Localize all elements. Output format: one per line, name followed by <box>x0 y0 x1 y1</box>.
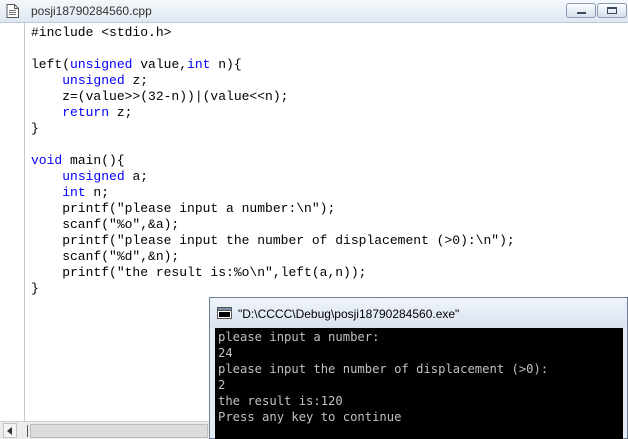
code-keyword: return <box>62 105 110 120</box>
editor-gutter <box>0 23 25 421</box>
code-line: int n; <box>31 185 109 201</box>
code-keyword: unsigned <box>62 73 125 88</box>
code-text: left( <box>31 57 71 72</box>
code-line: printf("please input a number:\n"); <box>31 201 335 217</box>
code-text: n; <box>85 185 110 200</box>
code-keyword: void <box>31 153 63 168</box>
code-line: #include <stdio.h> <box>31 25 171 41</box>
code-line: left(unsigned value,int n){ <box>31 57 242 73</box>
console-app-icon <box>217 307 232 319</box>
code-text: } <box>31 121 39 136</box>
scrollbar-divider <box>27 425 28 437</box>
code-keyword: unsigned <box>70 57 133 72</box>
code-text: z=(value>>(32-n))|(value<<n); <box>31 89 289 104</box>
scrollbar-thumb[interactable] <box>30 424 208 438</box>
code-text: z; <box>109 105 133 120</box>
code-line: printf("the result is:%o\n",left(a,n)); <box>31 265 366 281</box>
console-title: "D:\CCCC\Debug\posji18790284560.exe" <box>238 307 460 321</box>
console-line: please input the number of displacement … <box>218 362 549 376</box>
horizontal-scrollbar[interactable] <box>0 421 210 439</box>
code-text: main(){ <box>62 153 125 168</box>
code-line: unsigned z; <box>31 73 148 89</box>
code-text: #include <stdio.h> <box>31 25 172 40</box>
code-keyword: int <box>62 185 86 200</box>
arrow-left-icon <box>7 427 12 435</box>
code-text: } <box>31 281 39 296</box>
code-line: scanf("%o",&a); <box>31 217 179 233</box>
code-line: void main(){ <box>31 153 125 169</box>
maximize-button[interactable] <box>597 3 627 18</box>
code-text: printf("the result is:%o\n",left(a,n)); <box>31 265 367 280</box>
document-icon <box>6 4 19 18</box>
scroll-left-button[interactable] <box>3 423 17 438</box>
code-text: scanf("%o",&a); <box>31 217 180 232</box>
editor-title: posji18790284560.cpp <box>31 4 152 18</box>
code-line: } <box>31 121 39 137</box>
console-line: 2 <box>218 378 226 392</box>
code-line: z=(value>>(32-n))|(value<<n); <box>31 89 288 105</box>
minimize-button[interactable] <box>566 3 596 18</box>
console-line: Press any key to continue <box>218 410 402 424</box>
code-line: printf("please input the number of displ… <box>31 233 515 249</box>
console-output[interactable]: please input a number: 24 please input the… <box>215 328 623 439</box>
code-text: value, <box>132 57 188 72</box>
console-line: the result is:120 <box>218 394 343 408</box>
code-text: a; <box>124 169 149 184</box>
code-text: printf("please input the number of displ… <box>31 233 515 248</box>
minimize-icon <box>577 12 586 14</box>
editor-titlebar[interactable]: posji18790284560.cpp <box>0 0 628 23</box>
code-line: scanf("%d",&n); <box>31 249 179 265</box>
code-text: n){ <box>210 57 242 72</box>
code-keyword: int <box>187 57 211 72</box>
code-line: } <box>31 281 39 297</box>
console-line: 24 <box>218 346 233 360</box>
code-text: z; <box>124 73 149 88</box>
code-text: scanf("%d",&n); <box>31 249 180 264</box>
code-keyword: unsigned <box>62 169 125 184</box>
code-line: unsigned a; <box>31 169 148 185</box>
code-text: printf("please input a number:\n"); <box>31 201 336 216</box>
console-window: "D:\CCCC\Debug\posji18790284560.exe" ple… <box>209 297 628 439</box>
console-line: please input a number: <box>218 330 380 344</box>
code-line: return z; <box>31 105 132 121</box>
console-titlebar[interactable]: "D:\CCCC\Debug\posji18790284560.exe" <box>210 298 627 328</box>
maximize-icon <box>607 7 617 14</box>
